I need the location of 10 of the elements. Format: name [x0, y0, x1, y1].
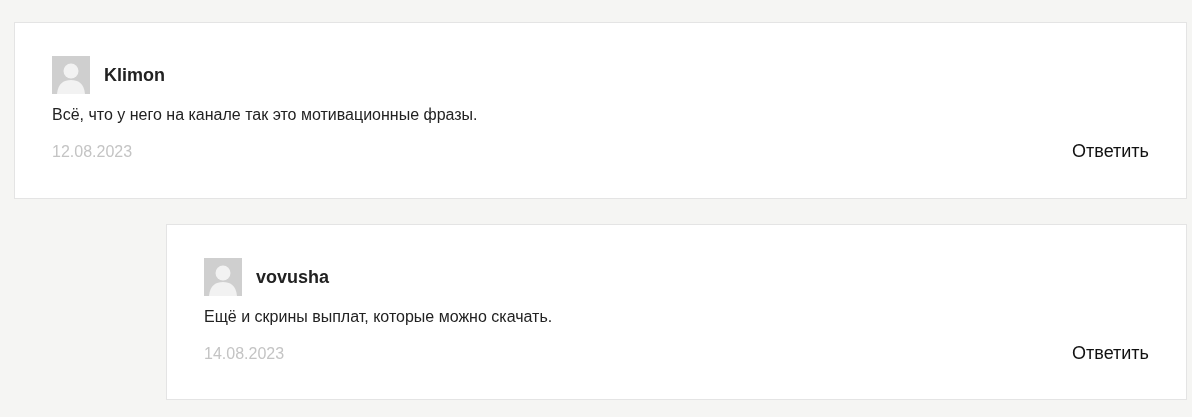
- comment-text: Ещё и скрины выплат, которые можно скачать.: [204, 307, 554, 327]
- avatar-icon: [204, 258, 242, 296]
- reply-link[interactable]: Ответить: [1072, 141, 1149, 162]
- comment-author: vovusha: [256, 266, 330, 288]
- comment-date: 12.08.2023: [52, 142, 133, 161]
- comment-text: Всё, что у него на канале так это мотивационные фразы.: [52, 105, 479, 125]
- avatar-icon: [52, 56, 90, 94]
- reply-link[interactable]: Ответить: [1072, 343, 1149, 364]
- comment-author: Klimon: [104, 64, 165, 86]
- comment-date: 14.08.2023: [204, 344, 285, 363]
